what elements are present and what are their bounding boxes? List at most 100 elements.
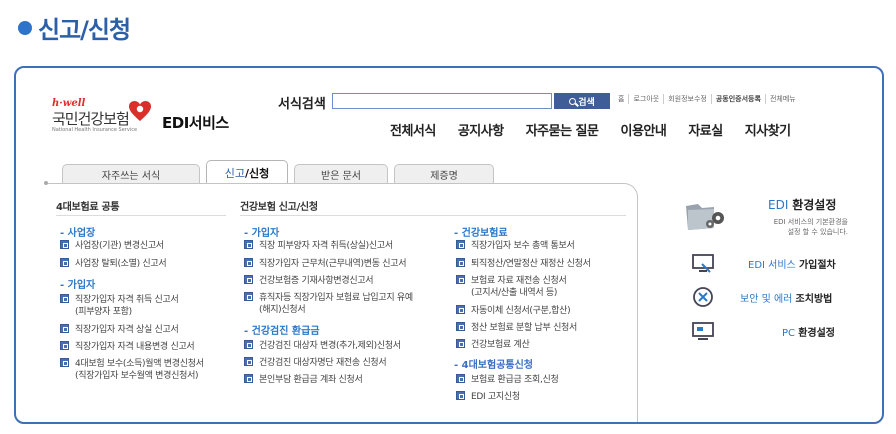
item-label: 건강보험증 기재사항변경신고서 (259, 276, 374, 286)
logo-english-text: National Health Insurance Service (52, 127, 138, 133)
form-icon (60, 258, 69, 267)
env-description: EDI 서비스의 기본환경을 설정 할 수 있습니다. (740, 217, 848, 237)
list-item[interactable]: 직장가입자 자격 상실 신고서 (60, 324, 179, 336)
page-heading: 신고/신청 (18, 10, 131, 45)
form-icon (60, 240, 69, 249)
list-item[interactable]: 직장 피부양자 자격 취득(상실)신고서 (244, 240, 393, 252)
search-label: 서식검색 (278, 97, 326, 112)
col3-section-premium: - 건강보험료 (454, 228, 508, 239)
item-label-cont: (고지서/산출 내역서 등) (471, 288, 558, 298)
list-item[interactable]: 건강검진 대상자명단 재전송 신청서 (244, 357, 387, 369)
tab-label-prefix: 신고 (224, 166, 245, 180)
util-home-link[interactable]: 홈 (614, 94, 628, 104)
util-edit-profile-link[interactable]: 회원정보수정 (663, 94, 711, 104)
list-item[interactable]: 건강보험료 계산 (456, 339, 530, 351)
col1-header-line (56, 215, 226, 216)
utility-links: 홈 로그아웃 회원정보수정 공동인증서등록 전체메뉴 (614, 94, 800, 104)
form-icon (456, 322, 465, 331)
search-button[interactable]: 검색 (554, 93, 610, 109)
search-input[interactable] (332, 93, 552, 109)
form-icon (244, 340, 253, 349)
heart-logo-icon (129, 101, 151, 121)
settings-folder-icon (686, 204, 724, 230)
gnb-archive[interactable]: 자료실 (688, 120, 723, 139)
list-item[interactable]: 직장가입자 근무처(근무내역)변동 신고서 (244, 258, 407, 270)
col1-header: 4대보험료 공통 (56, 202, 120, 213)
list-item[interactable]: 사업장 탈퇴(소멸) 신고서 (60, 258, 167, 270)
util-cert-register-link[interactable]: 공동인증서등록 (710, 94, 765, 104)
item-label: 직장가입자 자격 내용변경 신고서 (75, 342, 195, 352)
tab-divider (46, 183, 624, 184)
list-item[interactable]: 자동이체 신청서(구분,합산) (456, 305, 571, 317)
item-label-cont: (해지)신청서 (259, 305, 306, 315)
search-button-label: 검색 (578, 97, 595, 108)
env-bold: 환경설정 (792, 198, 837, 212)
item-label: 4대보험 보수(소득)월액 변경신청서 (75, 359, 204, 369)
gnb-branch-finder[interactable]: 지사찾기 (745, 120, 791, 139)
tab-label: 받은 문서 (321, 171, 361, 182)
pc-settings-link[interactable]: PC 환경설정 (782, 324, 835, 339)
col3-section-common: - 4대보험공통신청 (454, 360, 533, 371)
tab-received-docs[interactable]: 받은 문서 (294, 164, 388, 184)
gnb-faq[interactable]: 자주묻는 질문 (526, 120, 599, 139)
item-label: 보험료 환급금 조회,신청 (471, 375, 559, 385)
util-all-menu-link[interactable]: 전체메뉴 (764, 94, 800, 104)
item-label: 직장 피부양자 자격 취득(상실)신고서 (259, 241, 393, 251)
env-desc-line2: 설정 할 수 있습니다. (787, 228, 848, 236)
security-error-link[interactable]: 보안 및 에러 조치방법 (740, 290, 832, 305)
join-bold: 가입절차 (798, 260, 836, 271)
form-icon (244, 357, 253, 366)
list-item[interactable]: 건강보험증 기재사항변경신고서 (244, 275, 374, 287)
tab-certificates[interactable]: 제증명 (394, 164, 494, 184)
bullet-dot-icon (18, 20, 32, 35)
form-icon (60, 358, 69, 367)
item-label: 정산 보험료 분할 납부 신청서 (471, 323, 578, 333)
error-x-icon (693, 287, 713, 307)
join-procedure-link[interactable]: EDI 서비스 가입절차 (748, 256, 836, 271)
form-icon (456, 374, 465, 383)
pc-bold: 환경설정 (798, 328, 836, 339)
util-logout-link[interactable]: 로그아웃 (628, 94, 663, 104)
col2-section-member: - 가입자 (244, 228, 280, 239)
list-item[interactable]: 건강검진 대상자 변경(추가,제외)신청서 (244, 340, 401, 352)
item-label: 사업장(기관) 변경신고서 (75, 241, 164, 251)
list-item[interactable]: 4대보험 보수(소득)월액 변경신청서 (직장가입자 보수월액 변경신청서) (60, 358, 204, 381)
gnb-notices[interactable]: 공지사항 (458, 120, 504, 139)
env-settings-link[interactable]: EDI 환경설정 (768, 196, 836, 213)
form-icon (244, 275, 253, 284)
form-icon (244, 240, 253, 249)
item-label: 직장가입자 근무처(근무내역)변동 신고서 (259, 259, 407, 269)
pc-prefix: PC (782, 328, 796, 339)
list-item[interactable]: EDI 고지신청 (456, 391, 520, 403)
gnb-guide[interactable]: 이용안내 (620, 120, 666, 139)
monitor-join-icon (692, 254, 714, 273)
form-icon (456, 391, 465, 400)
form-icon (456, 305, 465, 314)
list-item[interactable]: 직장가입자 자격 취득 신고서 (피부양자 포함) (60, 294, 179, 317)
list-item[interactable]: 사업장(기관) 변경신고서 (60, 240, 164, 252)
gnb-all-forms[interactable]: 전체서식 (390, 120, 436, 139)
list-item[interactable]: 본인부담 환급금 계좌 신청서 (244, 374, 363, 386)
edi-service-title: EDI서비스 (162, 114, 229, 132)
list-item[interactable]: 정산 보험료 분할 납부 신청서 (456, 322, 577, 334)
list-item[interactable]: 직장가입자 자격 내용변경 신고서 (60, 341, 195, 353)
content-panel-border (612, 183, 638, 422)
env-desc-line1: EDI 서비스의 기본환경을 (773, 218, 848, 226)
list-item[interactable]: 퇴직정산/연말정산 재정산 신청서 (456, 258, 591, 270)
item-label-cont: (직장가입자 보수월액 변경신청서) (75, 371, 199, 381)
tab-bar: 자주쓰는 서식 신고/신청 받은 문서 제증명 (62, 160, 500, 184)
item-label: 휴직자등 직장가입자 보험료 납입고지 유예 (259, 293, 413, 303)
list-item[interactable]: 보험료 환급금 조회,신청 (456, 374, 559, 386)
pc-monitor-icon (692, 322, 714, 340)
tab-frequent-forms[interactable]: 자주쓰는 서식 (62, 164, 200, 184)
env-prefix: EDI (768, 198, 789, 212)
form-icon (456, 339, 465, 348)
list-item[interactable]: 보험료 자료 재전송 신청서 (고지서/산출 내역서 등) (456, 275, 567, 298)
item-label: 직장가입자 자격 상실 신고서 (75, 325, 179, 335)
err-bold: 조치방법 (795, 294, 833, 305)
tab-report-apply[interactable]: 신고/신청 (206, 160, 288, 184)
list-item[interactable]: 휴직자등 직장가입자 보험료 납입고지 유예 (해지)신청서 (244, 292, 413, 315)
item-label: 본인부담 환급금 계좌 신청서 (259, 375, 363, 385)
form-icon (456, 258, 465, 267)
list-item[interactable]: 직장가입자 보수 총액 통보서 (456, 240, 575, 252)
